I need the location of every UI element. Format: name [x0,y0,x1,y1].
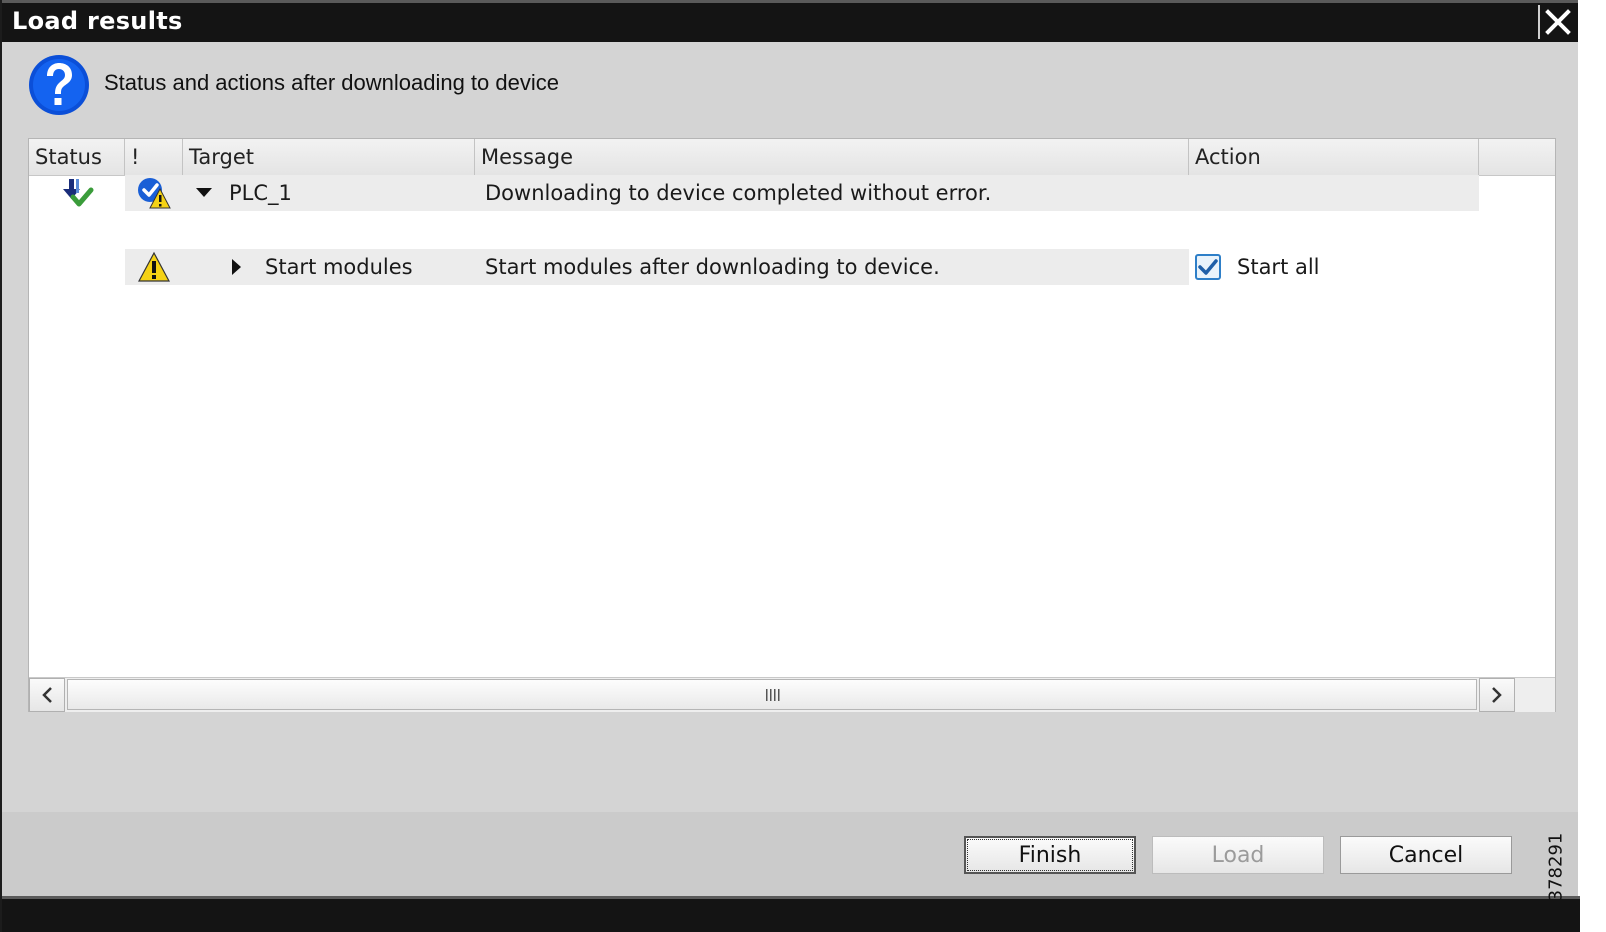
column-header-target[interactable]: Target [183,139,475,175]
scroll-right-button[interactable] [1479,678,1515,712]
window-bottom-edge [2,896,1580,932]
close-button[interactable] [1538,5,1576,39]
results-table: Status ! Target Message Action PLC_1 Dow… [28,138,1556,712]
chevron-right-icon [1492,687,1502,703]
column-header-filler [1479,139,1555,175]
chevron-left-icon [42,687,52,703]
load-results-dialog: Load results Status and actions after do… [0,0,1580,932]
check-warning-icon [138,178,171,209]
download-success-icon [63,179,94,207]
alert-cell [125,175,183,211]
expand-toggle[interactable] [195,175,213,211]
load-button[interactable]: Load [1152,836,1324,874]
message-cell: Downloading to device completed without … [475,175,1189,211]
finish-button[interactable]: Finish [964,836,1136,874]
message-cell: Start modules after downloading to devic… [475,249,1189,285]
cancel-button[interactable]: Cancel [1340,836,1512,874]
action-cell: Start all [1189,249,1479,285]
title-bar[interactable]: Load results [2,0,1578,42]
triangle-right-icon [232,259,241,275]
column-header-status[interactable]: Status [29,139,125,175]
status-cell [29,175,125,211]
column-header-message[interactable]: Message [475,139,1189,175]
expand-toggle[interactable] [231,249,243,285]
action-cell [1189,175,1479,211]
triangle-down-icon [196,188,212,197]
table-row[interactable]: PLC_1 Downloading to device completed wi… [29,175,1517,211]
header-description: Status and actions after downloading to … [104,70,559,95]
checkmark-icon [1198,259,1218,275]
warning-icon [137,251,171,282]
scroll-thumb[interactable] [67,679,1477,710]
column-header-action[interactable]: Action [1189,139,1479,175]
figure-number: 378291 [1542,832,1570,902]
target-name: Start modules [265,255,413,279]
target-name: PLC_1 [229,181,292,205]
close-icon [1545,9,1571,35]
figure-number-text: 378291 [1545,832,1567,902]
alert-cell [125,249,183,285]
column-header-alert[interactable]: ! [125,139,183,175]
question-icon [29,55,89,115]
dialog-title: Load results [12,7,183,35]
start-all-checkbox[interactable] [1195,254,1221,280]
table-header: Status ! Target Message Action [29,139,1555,176]
status-cell [29,249,125,285]
target-cell: Start modules [183,249,475,285]
start-all-label: Start all [1237,255,1320,279]
grip-icon [766,688,780,701]
horizontal-scrollbar[interactable] [29,677,1555,712]
scroll-left-button[interactable] [29,678,65,712]
table-row[interactable]: Start modules Start modules after downlo… [29,249,1517,285]
target-cell: PLC_1 [183,175,475,211]
